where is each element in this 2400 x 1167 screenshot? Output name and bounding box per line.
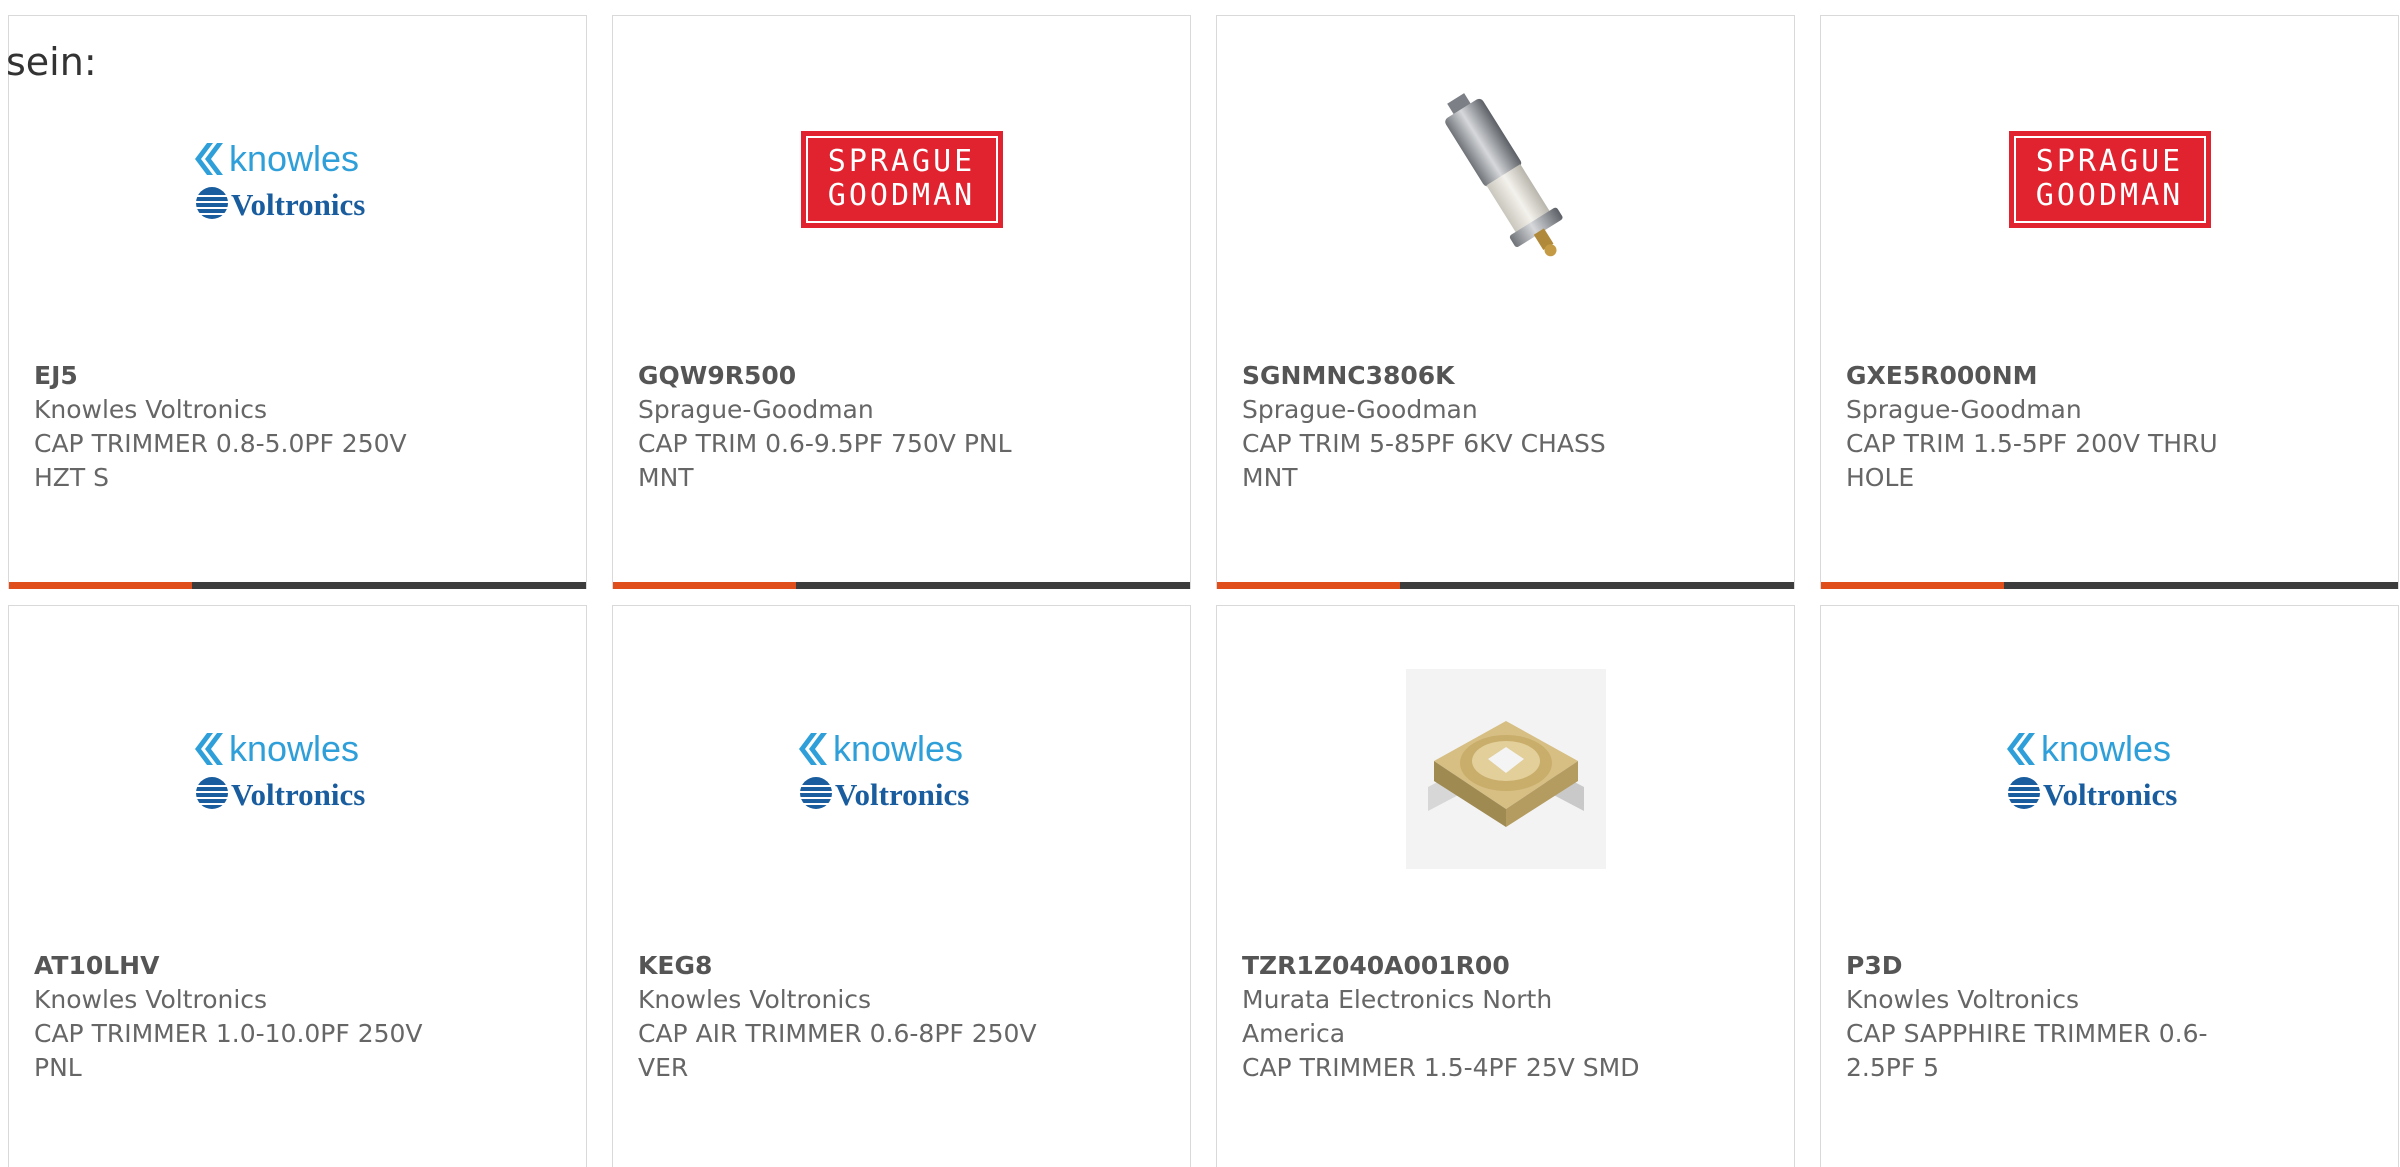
manufacturer-name: Knowles Voltronics bbox=[34, 395, 268, 424]
manufacturer-name: Murata Electronics North America bbox=[1242, 985, 1553, 1048]
card-bottom-bar bbox=[613, 582, 1190, 589]
product-description: CAP TRIMMER 1.5-4PF 25V SMD bbox=[1242, 1053, 1640, 1082]
product-description-continued: 2.5PF 5 bbox=[1846, 1053, 1940, 1082]
product-card[interactable]: SPRAGUE GOODMAN GXE5R000NM Sprague-Goodma… bbox=[1820, 15, 2399, 589]
product-image[interactable]: knowles Voltronics bbox=[613, 654, 1190, 884]
part-number[interactable]: EJ5 bbox=[34, 359, 454, 393]
product-card[interactable]: knowles Voltronics P3D Knowles Voltronics… bbox=[1820, 605, 2399, 1167]
card-accent-bar bbox=[1821, 582, 2004, 589]
product-card[interactable]: TZR1Z040A001R00 Murata Electronics North … bbox=[1216, 605, 1795, 1167]
manufacturer-name: Sprague-Goodman bbox=[1846, 395, 2082, 424]
part-number[interactable]: GQW9R500 bbox=[638, 359, 1058, 393]
product-card[interactable]: SPRAGUE GOODMAN GQW9R500 Sprague-Goodman C… bbox=[612, 15, 1191, 589]
product-info: AT10LHV Knowles Voltronics CAP TRIMMER 1.0… bbox=[34, 949, 454, 1085]
knowles-logo-text: knowles bbox=[2041, 728, 2171, 769]
part-number[interactable]: KEG8 bbox=[638, 949, 1058, 983]
product-grid: knowles Voltronics EJ5 Knowles Voltronics… bbox=[8, 15, 2399, 1167]
sprague-goodman-logo: SPRAGUE GOODMAN bbox=[2008, 130, 2211, 228]
voltronics-logo-text: Voltronics bbox=[2043, 777, 2177, 812]
product-description-continued: PNL bbox=[34, 1053, 82, 1082]
card-bottom-bar bbox=[9, 582, 586, 589]
sprague-logo-line1: SPRAGUE bbox=[827, 144, 976, 179]
product-image[interactable] bbox=[1217, 654, 1794, 884]
product-grid-page: sein: knowles Voltronics EJ5 Knowles Volt… bbox=[0, 0, 2400, 1167]
trimmer-capacitor-photo bbox=[1444, 93, 1563, 257]
header-text: sein: bbox=[6, 40, 97, 84]
card-bottom-bar bbox=[1217, 582, 1794, 589]
product-image[interactable]: knowles Voltronics bbox=[9, 654, 586, 884]
product-description: CAP SAPPHIRE TRIMMER 0.6- bbox=[1846, 1019, 2208, 1048]
manufacturer-name: Knowles Voltronics bbox=[1846, 985, 2080, 1014]
product-description: CAP TRIM 0.6-9.5PF 750V PNL bbox=[638, 429, 1012, 458]
smd-trimmer-photo bbox=[1405, 669, 1606, 869]
sprague-goodman-logo: SPRAGUE GOODMAN bbox=[800, 130, 1003, 228]
voltronics-logo-text: Voltronics bbox=[231, 777, 365, 812]
product-description: CAP TRIM 1.5-5PF 200V THRU bbox=[1846, 429, 2218, 458]
product-description: CAP TRIM 5-85PF 6KV CHASS bbox=[1242, 429, 1606, 458]
product-description-continued: HZT S bbox=[34, 463, 110, 492]
part-number[interactable]: GXE5R000NM bbox=[1846, 359, 2266, 393]
product-info: GXE5R000NM Sprague-Goodman CAP TRIM 1.5-5P… bbox=[1846, 359, 2266, 495]
manufacturer-name: Knowles Voltronics bbox=[638, 985, 872, 1014]
product-description: CAP TRIMMER 1.0-10.0PF 250V bbox=[34, 1019, 423, 1048]
knowles-logo-text: knowles bbox=[229, 728, 359, 769]
card-accent-bar bbox=[1217, 582, 1400, 589]
knowles-logo-text: knowles bbox=[833, 728, 963, 769]
product-description-continued: HOLE bbox=[1846, 463, 1915, 492]
part-number[interactable]: P3D bbox=[1846, 949, 2266, 983]
product-info: TZR1Z040A001R00 Murata Electronics North … bbox=[1242, 949, 1662, 1085]
card-bottom-bar bbox=[1821, 582, 2398, 589]
product-image[interactable]: SPRAGUE GOODMAN bbox=[1821, 64, 2398, 294]
card-accent-bar bbox=[9, 582, 192, 589]
product-info: GQW9R500 Sprague-Goodman CAP TRIM 0.6-9.5P… bbox=[638, 359, 1058, 495]
product-image[interactable]: SPRAGUE GOODMAN bbox=[613, 64, 1190, 294]
product-card[interactable]: knowles Voltronics AT10LHV Knowles Voltro… bbox=[8, 605, 587, 1167]
manufacturer-name: Sprague-Goodman bbox=[1242, 395, 1478, 424]
product-card[interactable]: SGNMNC3806K Sprague-Goodman CAP TRIM 5-85P… bbox=[1216, 15, 1795, 589]
product-info: KEG8 Knowles Voltronics CAP AIR TRIMMER 0.… bbox=[638, 949, 1058, 1085]
voltronics-logo-text: Voltronics bbox=[835, 777, 969, 812]
product-description-continued: MNT bbox=[638, 463, 694, 492]
knowles-voltronics-logo: knowles Voltronics bbox=[194, 138, 365, 222]
product-info: SGNMNC3806K Sprague-Goodman CAP TRIM 5-85P… bbox=[1242, 359, 1662, 495]
part-number[interactable]: TZR1Z040A001R00 bbox=[1242, 949, 1662, 983]
product-image[interactable] bbox=[1217, 64, 1794, 294]
product-info: EJ5 Knowles Voltronics CAP TRIMMER 0.8-5.0… bbox=[34, 359, 454, 495]
card-accent-bar bbox=[613, 582, 796, 589]
product-description: CAP AIR TRIMMER 0.6-8PF 250V bbox=[638, 1019, 1037, 1048]
product-description: CAP TRIMMER 0.8-5.0PF 250V bbox=[34, 429, 407, 458]
knowles-logo-text: knowles bbox=[229, 138, 359, 179]
knowles-voltronics-logo: knowles Voltronics bbox=[2006, 728, 2177, 812]
voltronics-logo-text: Voltronics bbox=[231, 187, 365, 222]
manufacturer-name: Sprague-Goodman bbox=[638, 395, 874, 424]
manufacturer-name: Knowles Voltronics bbox=[34, 985, 268, 1014]
sprague-logo-line2: GOODMAN bbox=[827, 178, 976, 213]
product-description-continued: MNT bbox=[1242, 463, 1298, 492]
product-description-continued: VER bbox=[638, 1053, 689, 1082]
product-card[interactable]: knowles Voltronics EJ5 Knowles Voltronics… bbox=[8, 15, 587, 589]
part-number[interactable]: SGNMNC3806K bbox=[1242, 359, 1662, 393]
sprague-logo-line1: SPRAGUE bbox=[2035, 144, 2184, 179]
product-image[interactable]: knowles Voltronics bbox=[9, 64, 586, 294]
product-card[interactable]: knowles Voltronics KEG8 Knowles Voltronic… bbox=[612, 605, 1191, 1167]
knowles-voltronics-logo: knowles Voltronics bbox=[798, 728, 969, 812]
knowles-voltronics-logo: knowles Voltronics bbox=[194, 728, 365, 812]
part-number[interactable]: AT10LHV bbox=[34, 949, 454, 983]
product-image[interactable]: knowles Voltronics bbox=[1821, 654, 2398, 884]
sprague-logo-line2: GOODMAN bbox=[2035, 178, 2184, 213]
product-info: P3D Knowles Voltronics CAP SAPPHIRE TRIMME… bbox=[1846, 949, 2266, 1085]
